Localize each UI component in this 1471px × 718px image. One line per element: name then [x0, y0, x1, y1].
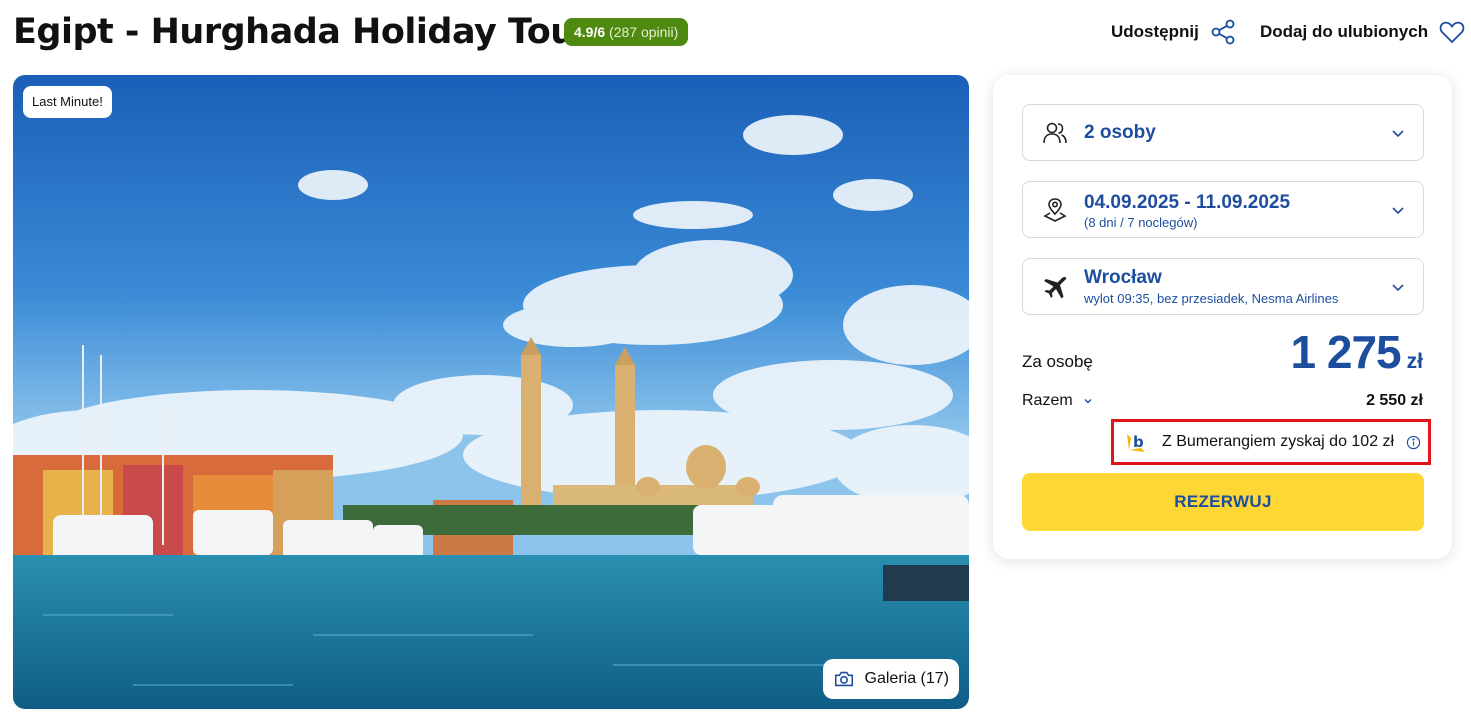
- gallery-button[interactable]: Galeria (17): [822, 659, 959, 699]
- price-currency: zł: [1406, 350, 1423, 373]
- travelers-value: 2 osoby: [1084, 122, 1156, 143]
- plane-icon: [1044, 276, 1067, 298]
- info-icon[interactable]: [1406, 435, 1421, 450]
- total-toggle[interactable]: Razem: [1022, 392, 1093, 410]
- favorite-label: Dodaj do ulubionych: [1260, 22, 1429, 41]
- camera-icon: [834, 671, 853, 687]
- total-label: Razem: [1022, 392, 1073, 409]
- rating-score: 4.9/6: [574, 24, 606, 40]
- price-per-person: 1 275 zł: [1291, 325, 1423, 379]
- add-to-favorites-button[interactable]: Dodaj do ulubionych: [1260, 16, 1466, 48]
- gallery-label: Galeria (17): [864, 670, 949, 687]
- departure-city: Wrocław: [1084, 267, 1162, 288]
- chevron-down-icon: [1392, 206, 1404, 214]
- rating-badge[interactable]: 4.9/6 (287 opinii): [564, 18, 689, 46]
- departure-select[interactable]: Wrocław wylot 09:35, bez przesiadek, Nes…: [1022, 258, 1424, 315]
- price-value: 1 275: [1290, 326, 1402, 378]
- chevron-down-icon: [1392, 129, 1404, 137]
- booking-panel: 2 osoby 04.09.2025 - 11.09.2025 (8 dni /…: [993, 75, 1452, 559]
- dates-value: 04.09.2025 - 11.09.2025: [1084, 192, 1291, 213]
- users-icon: [1043, 122, 1067, 143]
- share-icon: [1211, 19, 1235, 45]
- reserve-button[interactable]: REZERWUJ: [1022, 473, 1424, 531]
- share-button[interactable]: Udostępnij: [1111, 16, 1237, 48]
- bumerang-logo-icon: b: [1127, 433, 1145, 452]
- heart-icon: [1439, 21, 1465, 44]
- svg-text:b: b: [1133, 433, 1144, 451]
- bumerang-promo[interactable]: b Z Bumerangiem zyskaj do 102 zł: [1111, 419, 1431, 465]
- bumerang-text: Z Bumerangiem zyskaj do 102 zł: [1162, 433, 1395, 450]
- dates-select[interactable]: 04.09.2025 - 11.09.2025 (8 dni / 7 nocle…: [1022, 181, 1424, 238]
- total-value: 2 550 zł: [1366, 392, 1423, 409]
- location-pin-icon: [1043, 197, 1067, 222]
- chevron-down-icon: [1084, 399, 1092, 404]
- page-title: Egipt - Hurghada Holiday Tour: [13, 12, 592, 52]
- share-label: Udostępnij: [1111, 22, 1199, 41]
- rating-count: (287 opinii): [609, 24, 679, 40]
- per-person-label: Za osobę: [1022, 352, 1093, 371]
- last-minute-badge: Last Minute!: [23, 86, 112, 118]
- flight-info: wylot 09:35, bez przesiadek, Nesma Airli…: [1084, 291, 1339, 306]
- travelers-select[interactable]: 2 osoby: [1022, 104, 1424, 161]
- chevron-down-icon: [1392, 283, 1404, 291]
- hero-image[interactable]: Last Minute! Galeria (17): [13, 75, 969, 709]
- hurghada-harbor-photo: [13, 75, 969, 709]
- duration-text: (8 dni / 7 noclegów): [1084, 215, 1198, 230]
